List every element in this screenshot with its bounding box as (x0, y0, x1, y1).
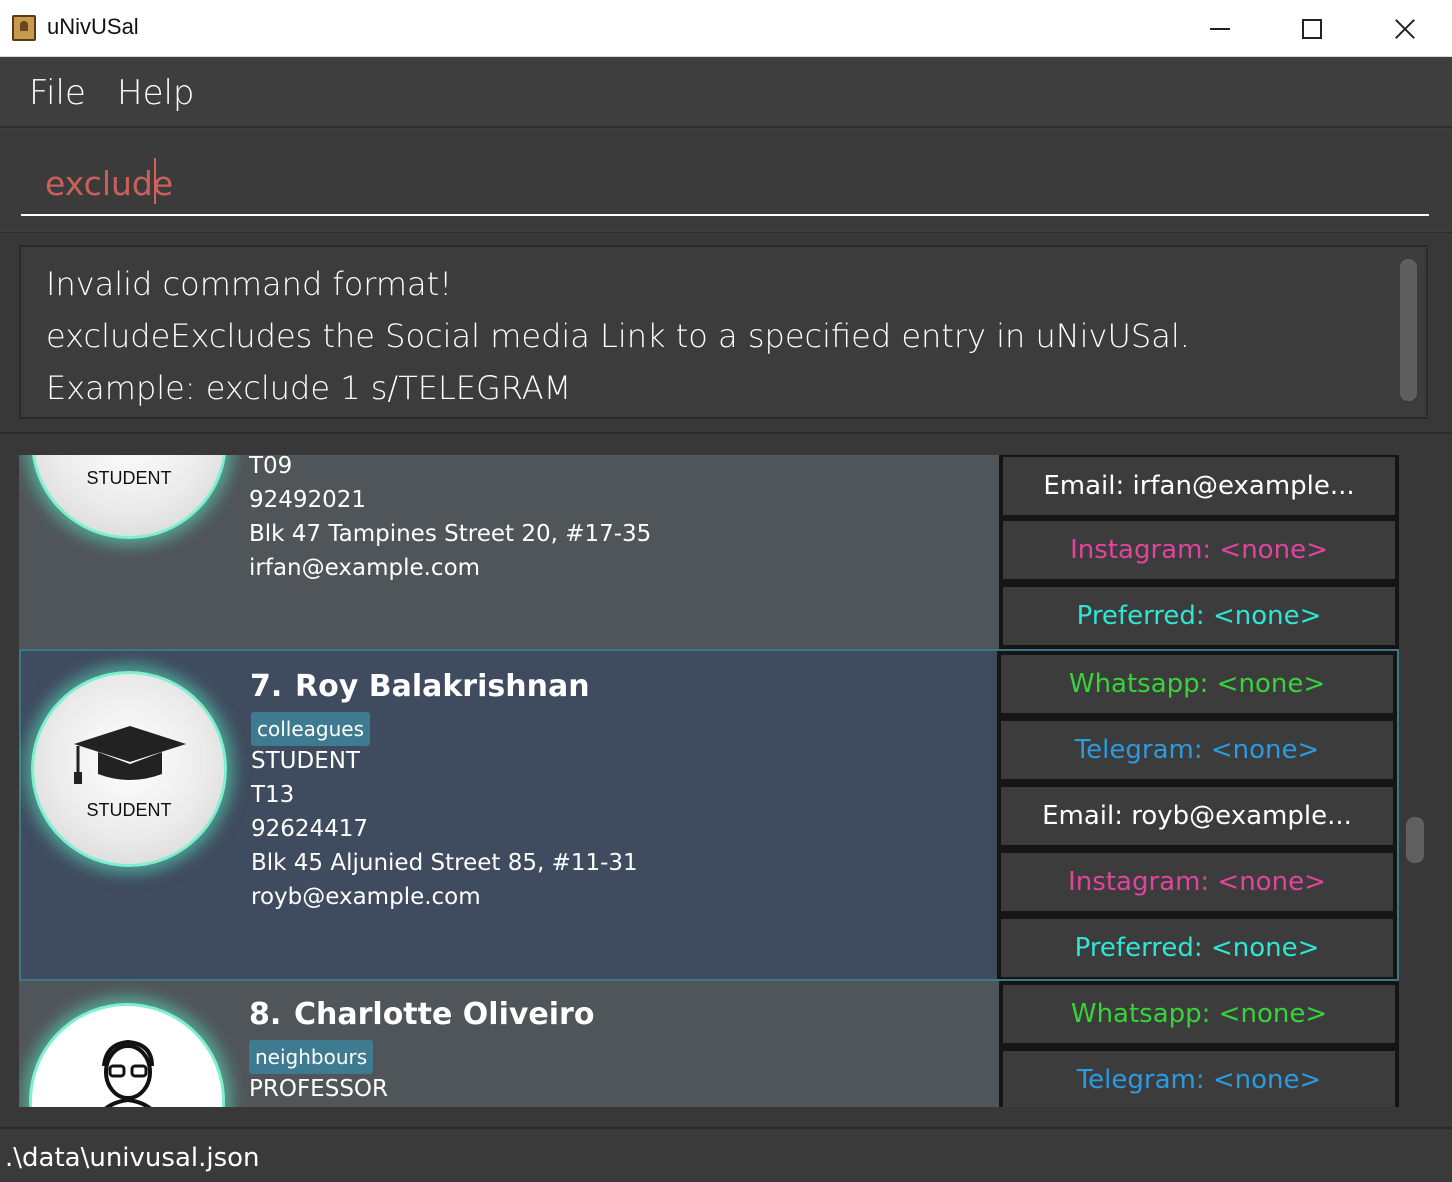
person-email: irfan@example.com (249, 555, 481, 581)
person-phone: 92624417 (251, 816, 369, 842)
status-bar: .\data\univusal.json (0, 1127, 1452, 1182)
person-tag: colleagues (251, 712, 371, 746)
professor-icon (102, 1039, 154, 1107)
menu-file[interactable]: File (29, 73, 86, 113)
avatar-label: STUDENT (86, 468, 172, 488)
person-index: 8. (249, 997, 282, 1032)
person-name: Roy Balakrishnan (295, 669, 590, 704)
person-card-selected[interactable]: STUDENT 7. Roy Balakrishnan colleagues S… (19, 649, 1399, 981)
social-preferred[interactable]: Preferred: <none> (1003, 587, 1395, 645)
social-telegram[interactable]: Telegram: <none> (1001, 721, 1393, 779)
social-email[interactable]: Email: irfan@example... (1003, 457, 1395, 515)
result-scrollbar[interactable] (1400, 259, 1417, 401)
command-box (0, 130, 1452, 230)
person-card[interactable]: 8. Charlotte Oliveiro neighbours PROFESS… (19, 981, 1399, 1107)
list-scrollbar[interactable] (1406, 817, 1424, 863)
person-address: Blk 47 Tampines Street 20, #17-35 (249, 521, 652, 547)
person-list[interactable]: STUDENT T09 92492021 Blk 47 Tampines Str… (19, 455, 1399, 1107)
person-card[interactable]: STUDENT T09 92492021 Blk 47 Tampines Str… (19, 455, 1399, 649)
menu-bar: File Help (0, 57, 1452, 128)
window-title: uNivUSal (47, 14, 139, 39)
person-field: T09 (249, 455, 293, 479)
social-telegram[interactable]: Telegram: <none> (1003, 1051, 1395, 1107)
social-email[interactable]: Email: royb@example... (1001, 787, 1393, 845)
maximize-icon[interactable] (1287, 10, 1337, 48)
social-instagram[interactable]: Instagram: <none> (1003, 521, 1395, 579)
social-whatsapp[interactable]: Whatsapp: <none> (1003, 985, 1395, 1043)
result-line: excludeExcludes the Social media Link to… (46, 317, 1190, 355)
social-links: Email: irfan@example... Instagram: <none… (999, 455, 1399, 649)
social-links: Whatsapp: <none> Telegram: <none> Email:… (997, 651, 1397, 979)
person-tutorial: T13 (251, 782, 295, 808)
person-index: 7. (250, 669, 283, 704)
student-avatar: STUDENT (31, 455, 227, 539)
result-display-area: Invalid command format! excludeExcludes … (0, 232, 1452, 433)
minimize-icon[interactable] (1195, 10, 1245, 48)
person-email: royb@example.com (251, 884, 481, 910)
person-name: Charlotte Oliveiro (294, 997, 595, 1032)
result-display: Invalid command format! excludeExcludes … (19, 245, 1428, 419)
result-line: Invalid command format! (46, 265, 453, 303)
person-phone: 92492021 (249, 487, 367, 513)
title-bar: uNivUSal (0, 0, 1452, 57)
person-tag: neighbours (249, 1040, 374, 1074)
person-role: STUDENT (251, 748, 360, 774)
social-links: Whatsapp: <none> Telegram: <none> (999, 981, 1399, 1107)
social-whatsapp[interactable]: Whatsapp: <none> (1001, 655, 1393, 713)
social-instagram[interactable]: Instagram: <none> (1001, 853, 1393, 911)
save-location: .\data\univusal.json (5, 1143, 260, 1173)
close-icon[interactable] (1380, 10, 1430, 48)
graduation-cap-icon (74, 726, 186, 784)
professor-avatar (29, 1003, 225, 1107)
command-input[interactable] (21, 152, 1429, 216)
menu-help[interactable]: Help (117, 73, 195, 113)
result-line: Example: exclude 1 s/TELEGRAM (46, 369, 572, 407)
person-role: PROFESSOR (249, 1076, 388, 1102)
person-address: Blk 45 Aljunied Street 85, #11-31 (251, 850, 638, 876)
person-list-panel: STUDENT T09 92492021 Blk 47 Tampines Str… (0, 432, 1452, 1129)
text-caret (154, 158, 156, 204)
social-preferred[interactable]: Preferred: <none> (1001, 919, 1393, 977)
student-avatar: STUDENT (31, 671, 227, 867)
avatar-label: STUDENT (86, 800, 172, 820)
app-icon (12, 15, 36, 41)
